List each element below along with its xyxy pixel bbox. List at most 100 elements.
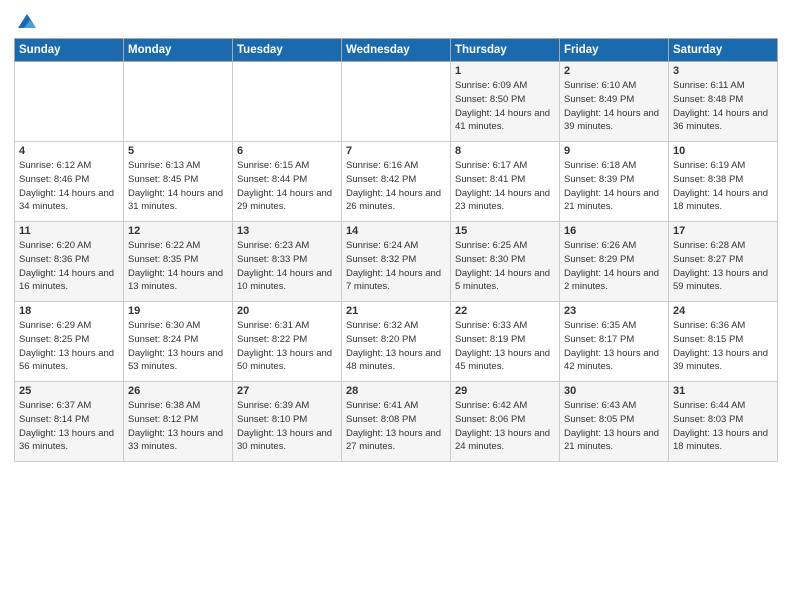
day-cell: 21Sunrise: 6:32 AM Sunset: 8:20 PM Dayli… — [342, 302, 451, 382]
day-cell — [342, 62, 451, 142]
day-number: 5 — [128, 145, 228, 157]
day-number: 24 — [673, 305, 773, 317]
week-row-4: 18 Sunrise: 6:29 AM Sunset: 8:25 PM Dayli… — [15, 302, 778, 382]
day-content: Sunrise: 6:26 AM Sunset: 8:29 PM Dayligh… — [564, 239, 664, 294]
day-cell: 6 Sunrise: 6:15 AM Sunset: 8:44 PM Daylig… — [233, 142, 342, 222]
day-content: Sunrise: 6:23 AM Sunset: 8:33 PM Dayligh… — [237, 239, 337, 294]
day-cell: 1Sunrise: 6:09 AM Sunset: 8:50 PM Daylig… — [451, 62, 560, 142]
day-cell: 27Sunrise: 6:39 AM Sunset: 8:10 PM Dayli… — [233, 382, 342, 462]
day-number: 6 — [237, 145, 337, 157]
day-content: Sunrise: 6:44 AM Sunset: 8:03 PM Dayligh… — [673, 399, 773, 454]
day-content: Sunrise: 6:35 AM Sunset: 8:17 PM Dayligh… — [564, 319, 664, 374]
day-cell: 31 Sunrise: 6:44 AM Sunset: 8:03 PM Dayli… — [669, 382, 778, 462]
day-cell: 23 Sunrise: 6:35 AM Sunset: 8:17 PM Dayli… — [560, 302, 669, 382]
day-cell: 19 Sunrise: 6:30 AM Sunset: 8:24 PM Dayli… — [124, 302, 233, 382]
day-number: 7 — [346, 145, 446, 157]
day-content: Sunrise: 6:15 AM Sunset: 8:44 PM Dayligh… — [237, 159, 337, 214]
header — [14, 10, 778, 32]
header-cell-monday: Monday — [124, 39, 233, 62]
day-number: 10 — [673, 145, 773, 157]
day-number: 30 — [564, 385, 664, 397]
day-cell: 5 Sunrise: 6:13 AM Sunset: 8:45 PM Daylig… — [124, 142, 233, 222]
day-content: Sunrise: 6:19 AM Sunset: 8:38 PM Dayligh… — [673, 159, 773, 214]
day-cell: 20 Sunrise: 6:31 AM Sunset: 8:22 PM Dayli… — [233, 302, 342, 382]
day-content: Sunrise: 6:41 AM Sunset: 8:08 PM Dayligh… — [346, 399, 446, 454]
week-row-3: 11Sunrise: 6:20 AM Sunset: 8:36 PM Dayli… — [15, 222, 778, 302]
day-cell: 29 Sunrise: 6:42 AM Sunset: 8:06 PM Dayli… — [451, 382, 560, 462]
day-number: 20 — [237, 305, 337, 317]
day-cell: 24 Sunrise: 6:36 AM Sunset: 8:15 PM Dayli… — [669, 302, 778, 382]
day-cell: 10 Sunrise: 6:19 AM Sunset: 8:38 PM Dayli… — [669, 142, 778, 222]
day-number: 1 — [455, 65, 555, 77]
day-cell — [15, 62, 124, 142]
day-number: 13 — [237, 225, 337, 237]
day-number: 19 — [128, 305, 228, 317]
header-cell-tuesday: Tuesday — [233, 39, 342, 62]
header-cell-saturday: Saturday — [669, 39, 778, 62]
day-number: 23 — [564, 305, 664, 317]
day-cell: 18 Sunrise: 6:29 AM Sunset: 8:25 PM Dayli… — [15, 302, 124, 382]
day-number: 9 — [564, 145, 664, 157]
day-number: 29 — [455, 385, 555, 397]
day-content: Sunrise: 6:11 AM Sunset: 8:48 PM Dayligh… — [673, 79, 773, 134]
day-content: Sunrise: 6:22 AM Sunset: 8:35 PM Dayligh… — [128, 239, 228, 294]
day-content: Sunrise: 6:36 AM Sunset: 8:15 PM Dayligh… — [673, 319, 773, 374]
calendar-table: SundayMondayTuesdayWednesdayThursdayFrid… — [14, 38, 778, 462]
day-content: Sunrise: 6:16 AM Sunset: 8:42 PM Dayligh… — [346, 159, 446, 214]
day-cell: 22 Sunrise: 6:33 AM Sunset: 8:19 PM Dayli… — [451, 302, 560, 382]
header-cell-wednesday: Wednesday — [342, 39, 451, 62]
day-number: 22 — [455, 305, 555, 317]
day-number: 3 — [673, 65, 773, 77]
day-number: 17 — [673, 225, 773, 237]
day-number: 25 — [19, 385, 119, 397]
day-cell: 28Sunrise: 6:41 AM Sunset: 8:08 PM Dayli… — [342, 382, 451, 462]
header-cell-thursday: Thursday — [451, 39, 560, 62]
day-cell: 8 Sunrise: 6:17 AM Sunset: 8:41 PM Daylig… — [451, 142, 560, 222]
day-number: 8 — [455, 145, 555, 157]
day-number: 18 — [19, 305, 119, 317]
week-row-2: 4Sunrise: 6:12 AM Sunset: 8:46 PM Daylig… — [15, 142, 778, 222]
day-content: Sunrise: 6:20 AM Sunset: 8:36 PM Dayligh… — [19, 239, 119, 294]
day-content: Sunrise: 6:17 AM Sunset: 8:41 PM Dayligh… — [455, 159, 555, 214]
day-content: Sunrise: 6:28 AM Sunset: 8:27 PM Dayligh… — [673, 239, 773, 294]
header-row: SundayMondayTuesdayWednesdayThursdayFrid… — [15, 39, 778, 62]
header-cell-friday: Friday — [560, 39, 669, 62]
day-content: Sunrise: 6:31 AM Sunset: 8:22 PM Dayligh… — [237, 319, 337, 374]
day-content: Sunrise: 6:24 AM Sunset: 8:32 PM Dayligh… — [346, 239, 446, 294]
day-number: 31 — [673, 385, 773, 397]
day-content: Sunrise: 6:33 AM Sunset: 8:19 PM Dayligh… — [455, 319, 555, 374]
day-content: Sunrise: 6:42 AM Sunset: 8:06 PM Dayligh… — [455, 399, 555, 454]
day-number: 15 — [455, 225, 555, 237]
day-cell: 11Sunrise: 6:20 AM Sunset: 8:36 PM Dayli… — [15, 222, 124, 302]
day-cell: 2 Sunrise: 6:10 AM Sunset: 8:49 PM Daylig… — [560, 62, 669, 142]
day-cell: 16Sunrise: 6:26 AM Sunset: 8:29 PM Dayli… — [560, 222, 669, 302]
day-number: 21 — [346, 305, 446, 317]
day-content: Sunrise: 6:39 AM Sunset: 8:10 PM Dayligh… — [237, 399, 337, 454]
day-cell: 17 Sunrise: 6:28 AM Sunset: 8:27 PM Dayli… — [669, 222, 778, 302]
day-content: Sunrise: 6:30 AM Sunset: 8:24 PM Dayligh… — [128, 319, 228, 374]
day-number: 12 — [128, 225, 228, 237]
day-content: Sunrise: 6:29 AM Sunset: 8:25 PM Dayligh… — [19, 319, 119, 374]
day-content: Sunrise: 6:13 AM Sunset: 8:45 PM Dayligh… — [128, 159, 228, 214]
day-cell: 14 Sunrise: 6:24 AM Sunset: 8:32 PM Dayli… — [342, 222, 451, 302]
day-number: 14 — [346, 225, 446, 237]
week-row-1: 1Sunrise: 6:09 AM Sunset: 8:50 PM Daylig… — [15, 62, 778, 142]
header-cell-sunday: Sunday — [15, 39, 124, 62]
day-cell: 12 Sunrise: 6:22 AM Sunset: 8:35 PM Dayli… — [124, 222, 233, 302]
day-cell: 7 Sunrise: 6:16 AM Sunset: 8:42 PM Daylig… — [342, 142, 451, 222]
week-row-5: 25 Sunrise: 6:37 AM Sunset: 8:14 PM Dayli… — [15, 382, 778, 462]
day-number: 26 — [128, 385, 228, 397]
day-cell: 25 Sunrise: 6:37 AM Sunset: 8:14 PM Dayli… — [15, 382, 124, 462]
day-cell: 13 Sunrise: 6:23 AM Sunset: 8:33 PM Dayli… — [233, 222, 342, 302]
day-content: Sunrise: 6:37 AM Sunset: 8:14 PM Dayligh… — [19, 399, 119, 454]
logo-icon — [16, 10, 38, 32]
day-cell: 26Sunrise: 6:38 AM Sunset: 8:12 PM Dayli… — [124, 382, 233, 462]
day-content: Sunrise: 6:10 AM Sunset: 8:49 PM Dayligh… — [564, 79, 664, 134]
day-cell: 3 Sunrise: 6:11 AM Sunset: 8:48 PM Daylig… — [669, 62, 778, 142]
day-cell — [233, 62, 342, 142]
page: SundayMondayTuesdayWednesdayThursdayFrid… — [0, 0, 792, 612]
day-cell: 9Sunrise: 6:18 AM Sunset: 8:39 PM Daylig… — [560, 142, 669, 222]
day-number: 2 — [564, 65, 664, 77]
day-cell: 4Sunrise: 6:12 AM Sunset: 8:46 PM Daylig… — [15, 142, 124, 222]
day-number: 4 — [19, 145, 119, 157]
